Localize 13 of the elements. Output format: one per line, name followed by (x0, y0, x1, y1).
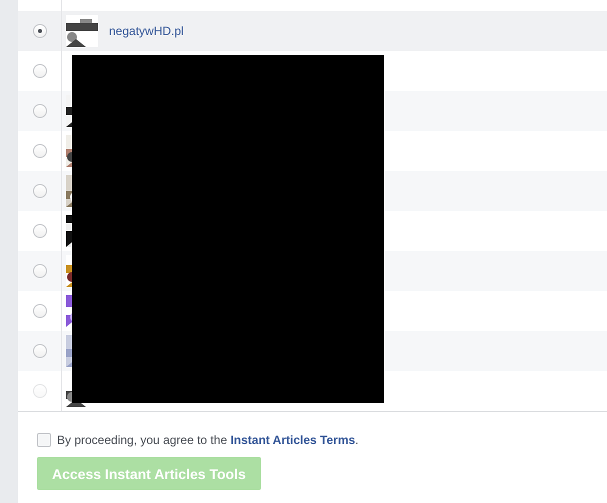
radio-button[interactable] (32, 64, 46, 78)
terms-sentence: By proceeding, you agree to the Instant Articles Terms. (57, 433, 359, 447)
radio-button[interactable] (32, 24, 46, 38)
radio-button[interactable] (32, 144, 46, 158)
page-name[interactable]: negatywHD.pl (109, 24, 184, 38)
radio-button[interactable] (32, 224, 46, 238)
radio-button[interactable] (32, 344, 46, 358)
agree-checkbox[interactable] (37, 433, 51, 447)
radio-button[interactable] (32, 184, 46, 198)
radio-button[interactable] (32, 264, 46, 278)
radio-button[interactable] (32, 104, 46, 118)
terms-link[interactable]: Instant Articles Terms (230, 433, 356, 447)
radio-button[interactable] (32, 304, 46, 318)
